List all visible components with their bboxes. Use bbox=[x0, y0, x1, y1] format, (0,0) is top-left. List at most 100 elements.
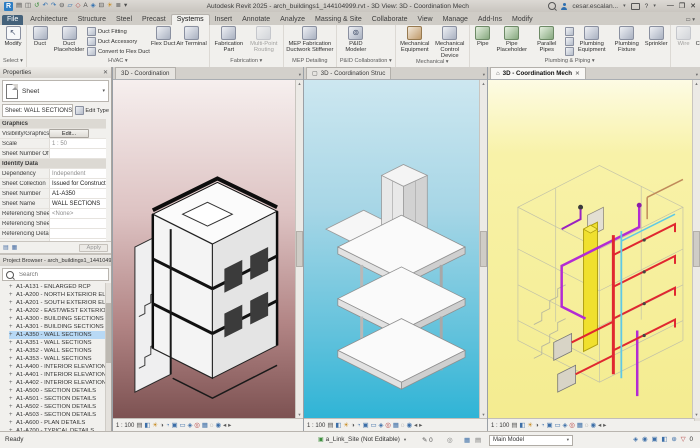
type-selector[interactable]: Sheet ▾ bbox=[2, 80, 109, 102]
plumbing-equipment-button[interactable]: Plumbing Equipment bbox=[575, 26, 609, 53]
panel-label-mep-detailing[interactable]: MEP Detailing bbox=[284, 58, 336, 67]
temporary-hide-isolate-icon[interactable]: ◈ bbox=[187, 422, 192, 429]
worksharing-status-icon[interactable]: ◎ bbox=[447, 436, 453, 444]
select-by-face-toggle-icon[interactable]: ◧ bbox=[661, 436, 667, 443]
ribbon-tab[interactable]: Annotate bbox=[237, 15, 275, 25]
sun-settings-icon[interactable]: ☀ bbox=[107, 2, 113, 9]
tab-overflow-icon[interactable]: ▾ bbox=[694, 72, 700, 79]
ribbon-tab[interactable]: Add-Ins bbox=[473, 15, 507, 25]
help-button[interactable]: ? bbox=[645, 3, 649, 10]
ribbon-tab[interactable]: Structure bbox=[73, 15, 111, 25]
select-pinned-toggle-icon[interactable]: ▣ bbox=[651, 436, 657, 443]
search-input[interactable] bbox=[17, 270, 101, 279]
worksharing-display-icon[interactable]: ▦ bbox=[393, 422, 399, 429]
ribbon-tab[interactable]: Analyze bbox=[275, 15, 310, 25]
panel-label-fabrication[interactable]: Fabrication ▾ bbox=[210, 58, 283, 67]
rendering-dialog-icon[interactable]: ◔ bbox=[166, 422, 170, 429]
text-icon[interactable]: A bbox=[83, 2, 87, 9]
scale-button[interactable]: 1 : 100 bbox=[116, 423, 134, 429]
ribbon-tab[interactable]: Collaborate bbox=[367, 15, 413, 25]
flex-pipe-button[interactable] bbox=[564, 47, 574, 56]
temporary-view-properties-icon[interactable]: ◌ bbox=[210, 422, 214, 429]
sheet-item[interactable]: + A1-A201 - SOUTH EXTERIOR ELEVATION bbox=[9, 299, 111, 307]
sheet-item[interactable]: + A1-A500 - SECTION DETAILS bbox=[9, 387, 111, 395]
expand-icon[interactable]: + bbox=[9, 380, 14, 386]
sheet-item[interactable]: + A1-A401 - INTERIOR ELEVATIONS bbox=[9, 371, 111, 379]
temporary-view-properties-icon[interactable]: ◌ bbox=[401, 422, 405, 429]
sheet-item[interactable]: + A1-A200 - NORTH EXTERIOR ELEVATION bbox=[9, 291, 111, 299]
reveal-hidden-elements-icon[interactable]: ◎ bbox=[385, 422, 391, 429]
restore-button[interactable]: ❐ bbox=[679, 2, 685, 10]
panel-label-pid[interactable]: P&ID Collaboration ▾ bbox=[337, 58, 395, 67]
crop-region-visible-icon[interactable]: ▭ bbox=[555, 422, 561, 429]
expand-icon[interactable]: + bbox=[9, 292, 14, 298]
sheet-item[interactable]: + A1-A600 - PLAN DETAILS bbox=[9, 419, 111, 427]
account-icon[interactable] bbox=[561, 3, 568, 10]
open-icon[interactable]: ▤ bbox=[16, 2, 22, 9]
minimize-button[interactable]: — bbox=[667, 2, 674, 10]
ribbon-tab[interactable]: File bbox=[2, 15, 24, 25]
panel-label-select[interactable]: Select ▾ bbox=[0, 58, 26, 67]
close-icon[interactable]: ✕ bbox=[103, 69, 108, 76]
detail-level-icon[interactable]: ▤ bbox=[327, 422, 333, 429]
instance-combo[interactable]: Sheet: WALL SECTIONS ▾ bbox=[2, 104, 74, 117]
sync-with-central-icon[interactable]: ↺ bbox=[34, 2, 39, 9]
reveal-hidden-elements-icon[interactable]: ◎ bbox=[569, 422, 575, 429]
displacement-sets-icon[interactable]: ◉ bbox=[216, 422, 222, 429]
plumbing-fixture-button[interactable]: Plumbing Fixture bbox=[610, 26, 644, 53]
sheet-item[interactable]: + A1-A352 - WALL SECTIONS bbox=[9, 347, 111, 355]
crop-region-visible-icon[interactable]: ▭ bbox=[180, 422, 186, 429]
modify-button[interactable]: ↖ Modify bbox=[2, 26, 24, 47]
select-underlay-toggle-icon[interactable]: ◉ bbox=[642, 436, 648, 443]
ribbon-tab[interactable]: Insert bbox=[210, 15, 238, 25]
expand-icon[interactable]: + bbox=[9, 332, 14, 338]
expand-icon[interactable]: + bbox=[9, 364, 14, 370]
duct-placeholder-button[interactable]: Duct Placeholder bbox=[52, 26, 86, 53]
expand-icon[interactable]: + bbox=[9, 412, 14, 418]
sprinkler-button[interactable]: Sprinkler bbox=[645, 26, 668, 47]
expand-icon[interactable]: + bbox=[9, 420, 14, 426]
worksharing-display-icon[interactable]: ▦ bbox=[202, 422, 208, 429]
ribbon-minimize-icon[interactable]: ▭ ▾ bbox=[683, 17, 699, 25]
crop-view-icon[interactable]: ▣ bbox=[172, 422, 178, 429]
detail-level-icon[interactable]: ▤ bbox=[136, 422, 142, 429]
worksharing-display-icon[interactable]: ▦ bbox=[577, 422, 583, 429]
crop-region-visible-icon[interactable]: ▭ bbox=[371, 422, 377, 429]
sun-path-icon[interactable]: ☀ bbox=[343, 422, 349, 429]
ribbon-tab[interactable]: Precast bbox=[137, 15, 171, 25]
visual-style-icon[interactable]: ◧ bbox=[519, 422, 525, 429]
browser-search[interactable] bbox=[2, 268, 109, 281]
sheet-item[interactable]: + A1-A351 - WALL SECTIONS bbox=[9, 339, 111, 347]
browser-scrollbar[interactable] bbox=[105, 283, 111, 432]
drag-on-selection-toggle-icon[interactable]: ⊕ bbox=[671, 436, 676, 443]
fabrication-part-button[interactable]: Fabrication Part bbox=[212, 26, 246, 53]
active-workset-control[interactable]: ▣ a_Link_Site (Not Editable) ▾ bbox=[318, 436, 406, 443]
temporary-view-properties-icon[interactable]: ◌ bbox=[585, 422, 589, 429]
viewport-scrollbar[interactable]: ▲ ▼ bbox=[479, 80, 487, 418]
edit-type-button[interactable]: Edit Type bbox=[75, 106, 109, 115]
shadows-icon[interactable]: ◑ bbox=[351, 422, 355, 429]
detail-level-icon[interactable]: ▤ bbox=[511, 422, 517, 429]
flex-duct-button[interactable]: Flex Duct bbox=[151, 26, 175, 47]
view-tab-coordination-struc[interactable]: ▢ 3D - Coordination Struc bbox=[306, 67, 392, 79]
reveal-hidden-elements-icon[interactable]: ◎ bbox=[194, 422, 200, 429]
editable-only-toggle[interactable]: ✎ 0 bbox=[422, 436, 433, 444]
crop-view-icon[interactable]: ▣ bbox=[363, 422, 369, 429]
revit-logo[interactable]: R bbox=[4, 1, 13, 11]
expand-icon[interactable]: + bbox=[9, 404, 14, 410]
sheet-item[interactable]: + A1-A131 - ENLARGED RCP bbox=[9, 283, 111, 291]
crop-view-icon[interactable]: ▣ bbox=[547, 422, 553, 429]
properties-help-icon[interactable]: ▤ bbox=[3, 244, 9, 251]
design-option-select[interactable]: Main Model ▾ bbox=[489, 434, 573, 446]
pipe-accessory-button[interactable] bbox=[564, 37, 574, 46]
rendering-dialog-icon[interactable]: ◔ bbox=[357, 422, 361, 429]
viewport-3d-coordination-mech[interactable]: ▲ ▼ bbox=[488, 80, 700, 418]
visual-style-icon[interactable]: ◧ bbox=[335, 422, 341, 429]
section-icon[interactable]: ⊟ bbox=[99, 2, 104, 9]
expand-icon[interactable]: + bbox=[9, 388, 14, 394]
duct-accessory-button[interactable]: Duct Accessory bbox=[87, 37, 150, 46]
filter-count[interactable]: 0 bbox=[689, 436, 693, 443]
rendering-dialog-icon[interactable]: ◔ bbox=[541, 422, 545, 429]
scroll-left-icon[interactable]: ◂ bbox=[598, 422, 601, 429]
viewport-3d-coordination[interactable]: ▲ ▼ bbox=[113, 80, 303, 418]
